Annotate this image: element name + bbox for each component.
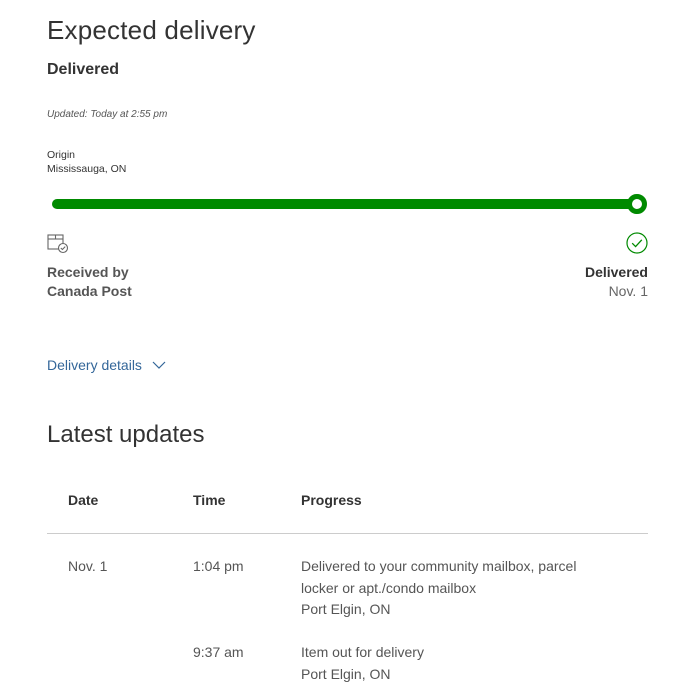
row-progress-line1: Item out for delivery [301, 644, 424, 660]
row-location: Port Elgin, ON [301, 666, 391, 682]
row-date: Nov. 1 [68, 558, 108, 574]
row-time: 1:04 pm [193, 558, 244, 574]
progress-track [52, 199, 638, 209]
delivered-label: Delivered [584, 264, 648, 280]
origin-label: Origin [47, 149, 76, 161]
delivery-details-toggle[interactable]: Delivery details [47, 357, 166, 373]
delivery-details-label: Delivery details [47, 357, 142, 373]
progress-end-marker [627, 194, 647, 214]
row-time: 9:37 am [193, 644, 244, 660]
received-by-line2: Canada Post [47, 283, 132, 299]
chevron-down-icon [152, 361, 166, 369]
delivery-status: Delivered [47, 61, 120, 78]
received-by-line1: Received by [47, 264, 129, 280]
row-location: Port Elgin, ON [301, 601, 391, 617]
column-header-date: Date [68, 492, 99, 508]
progress-fill [52, 199, 638, 209]
row-progress-line2: locker or apt./condo mailbox [301, 579, 477, 596]
row-progress-line1: Delivered to your community mailbox, par… [301, 558, 577, 574]
last-updated-text: Updated: Today at 2:55 pm [47, 109, 168, 120]
column-header-time: Time [193, 492, 226, 508]
latest-updates-title: Latest updates [47, 421, 205, 448]
origin-city: Mississauga, ON [47, 163, 127, 175]
received-by-label: Received by Canada Post [47, 263, 187, 301]
package-received-icon [47, 234, 69, 254]
table-divider [47, 533, 648, 534]
page-title: Expected delivery [47, 15, 256, 45]
delivered-date: Nov. 1 [608, 283, 648, 299]
column-header-progress: Progress [301, 492, 362, 508]
checkmark-circle-icon [626, 232, 648, 254]
